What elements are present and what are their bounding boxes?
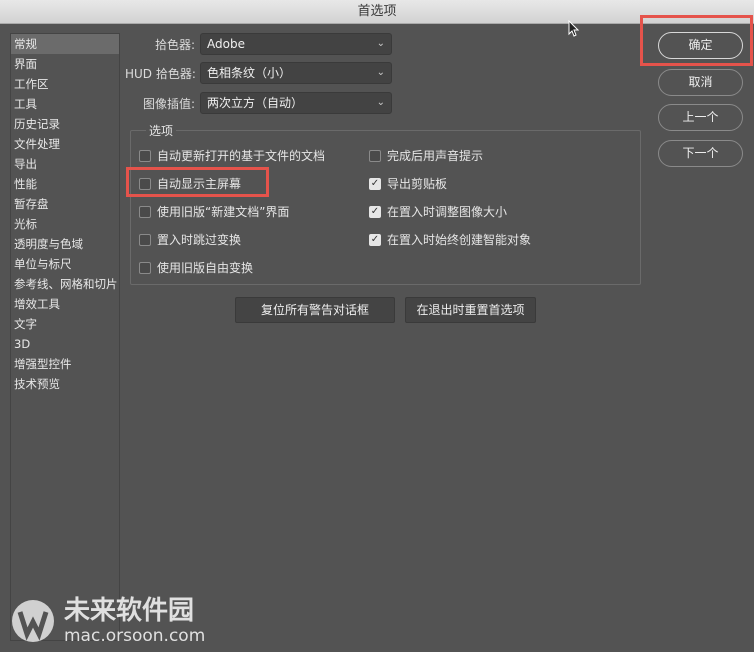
option-label: 完成后用声音提示: [387, 149, 484, 163]
sidebar-item[interactable]: 导出: [11, 154, 119, 174]
option-label: 在置入时调整图像大小: [387, 205, 508, 219]
option-checkbox[interactable]: 自动更新打开的基于文件的文档: [139, 147, 325, 164]
watermark-url: mac.orsoon.com: [64, 626, 206, 646]
cancel-button[interactable]: 取消: [658, 69, 743, 96]
image-interpolation-value: 两次立方（自动）: [207, 96, 304, 110]
sidebar-item[interactable]: 工具: [11, 94, 119, 114]
option-label: 置入时跳过变换: [157, 233, 242, 247]
option-checkbox[interactable]: ✓ 在置入时始终创建智能对象: [369, 231, 531, 248]
previous-button[interactable]: 上一个: [658, 104, 743, 131]
option-checkbox[interactable]: ✓ 在置入时调整图像大小: [369, 203, 507, 220]
hud-color-picker-label: HUD 拾色器:: [125, 66, 196, 81]
option-label: 使用旧版“新建文档”界面: [157, 205, 290, 219]
watermark-brand: 未来软件园: [64, 596, 195, 626]
option-label: 在置入时始终创建智能对象: [387, 233, 532, 247]
sidebar-item[interactable]: 3D: [11, 334, 119, 354]
options-group-title: 选项: [146, 122, 177, 139]
option-checkbox[interactable]: 使用旧版“新建文档”界面: [139, 203, 289, 220]
color-picker-value: Adobe: [207, 37, 245, 51]
option-checkbox[interactable]: 完成后用声音提示: [369, 147, 483, 164]
sidebar-item[interactable]: 界面: [11, 54, 119, 74]
checkbox-icon[interactable]: [139, 205, 151, 218]
checkmark-icon[interactable]: ✓: [369, 177, 381, 190]
chevron-down-icon: ⌄: [376, 97, 385, 108]
sidebar-item[interactable]: 文件处理: [11, 134, 119, 154]
sidebar-item[interactable]: 常规: [11, 34, 119, 54]
hud-color-picker-select[interactable]: 色相条纹（小） ⌄: [200, 62, 392, 84]
chevron-down-icon: ⌄: [376, 67, 385, 78]
mouse-cursor-icon: [568, 20, 580, 37]
sidebar-item[interactable]: 单位与标尺: [11, 254, 119, 274]
watermark: 未来软件园 mac.orsoon.com: [10, 596, 205, 646]
checkbox-icon[interactable]: [139, 261, 151, 274]
sidebar-item[interactable]: 增效工具: [11, 294, 119, 314]
watermark-logo-icon: [12, 600, 54, 642]
sidebar-item[interactable]: 历史记录: [11, 114, 119, 134]
next-button[interactable]: 下一个: [658, 140, 743, 167]
sidebar-item[interactable]: 工作区: [11, 74, 119, 94]
sidebar-item[interactable]: 文字: [11, 314, 119, 334]
sidebar-item[interactable]: 增强型控件: [11, 354, 119, 374]
checkmark-icon[interactable]: ✓: [369, 233, 381, 246]
sidebar-item[interactable]: 暂存盘: [11, 194, 119, 214]
sidebar-item[interactable]: 参考线、网格和切片: [11, 274, 119, 294]
sidebar-item[interactable]: 技术预览: [11, 374, 119, 394]
hud-color-picker-value: 色相条纹（小）: [207, 66, 292, 80]
checkbox-icon[interactable]: [369, 149, 381, 162]
chevron-down-icon: ⌄: [376, 38, 385, 49]
image-interpolation-label: 图像插值:: [142, 96, 195, 111]
option-checkbox[interactable]: ✓ 导出剪贴板: [369, 175, 447, 192]
highlight-box-ok: [640, 15, 753, 66]
color-picker-label: 拾色器:: [154, 37, 195, 52]
reset-prefs-on-quit-button[interactable]: 在退出时重置首选项: [405, 297, 536, 323]
image-interpolation-select[interactable]: 两次立方（自动） ⌄: [200, 92, 392, 114]
sidebar-item[interactable]: 性能: [11, 174, 119, 194]
option-label: 导出剪贴板: [387, 177, 448, 191]
option-label: 使用旧版自由变换: [157, 261, 254, 275]
option-checkbox[interactable]: 置入时跳过变换: [139, 231, 241, 248]
checkbox-icon[interactable]: [139, 233, 151, 246]
option-checkbox[interactable]: 使用旧版自由变换: [139, 259, 253, 276]
sidebar-item[interactable]: 透明度与色域: [11, 234, 119, 254]
reset-warnings-button[interactable]: 复位所有警告对话框: [235, 297, 395, 323]
highlight-box-auto-show-home: [126, 167, 269, 197]
checkmark-icon[interactable]: ✓: [369, 205, 381, 218]
preferences-sidebar: 常规 界面 工作区 工具 历史记录 文件处理 导出 性能 暂存盘 光标 透明度与色域 单位与标尺 参考线…: [10, 33, 120, 641]
image-interpolation-row: 图像插值: 两次立方（自动） ⌄: [125, 92, 392, 114]
color-picker-row: 拾色器: Adobe ⌄: [125, 33, 392, 55]
checkbox-icon[interactable]: [139, 149, 151, 162]
hud-color-picker-row: HUD 拾色器: 色相条纹（小） ⌄: [125, 62, 392, 84]
option-label: 自动更新打开的基于文件的文档: [157, 149, 326, 163]
sidebar-item[interactable]: 光标: [11, 214, 119, 234]
color-picker-select[interactable]: Adobe ⌄: [200, 33, 392, 55]
